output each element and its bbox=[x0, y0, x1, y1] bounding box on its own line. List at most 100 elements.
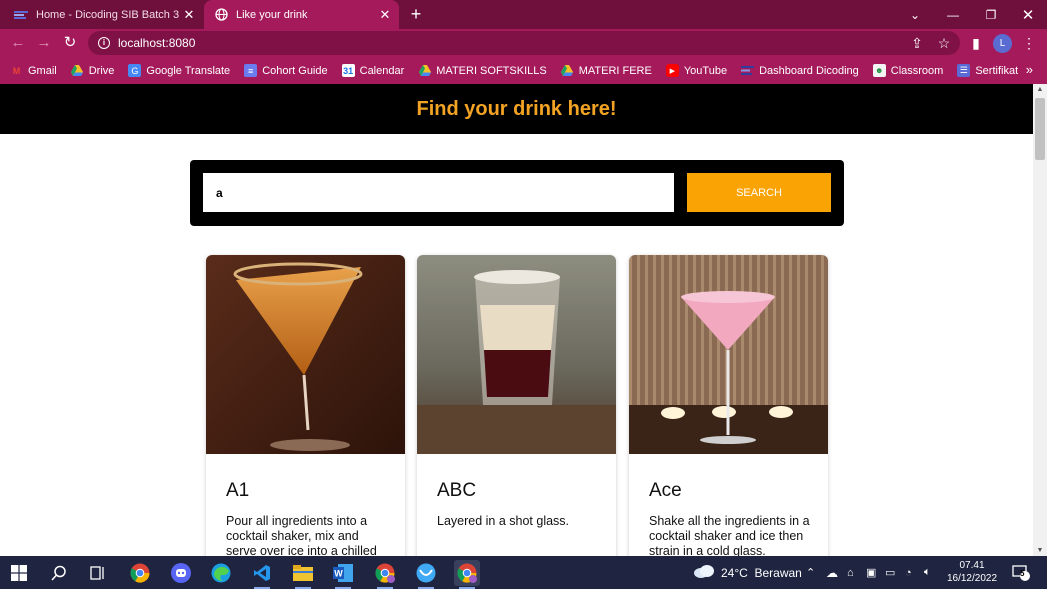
bookmark-drive[interactable]: Drive bbox=[71, 64, 114, 77]
vscode-icon[interactable] bbox=[249, 560, 275, 589]
drive-icon bbox=[71, 64, 84, 77]
weather-text: 24°C Berawan bbox=[721, 565, 802, 580]
drink-image bbox=[417, 255, 616, 454]
windows-taskbar: W 24°C Berawan ⌃ ☁ ⌂ ▣ ▭ ◔ 🔈︎ 07.41 16/1… bbox=[0, 556, 1047, 589]
svg-text:W: W bbox=[334, 569, 343, 579]
discord-icon[interactable] bbox=[168, 560, 194, 586]
close-tab-icon[interactable]: ✕ bbox=[179, 7, 199, 23]
drink-name: ABC bbox=[437, 480, 477, 501]
bookmark-materi-softskills[interactable]: MATERI SOFTSKILLS bbox=[418, 64, 547, 77]
task-view-icon[interactable] bbox=[85, 560, 111, 586]
more-bookmarks-icon[interactable]: » bbox=[1026, 62, 1033, 77]
drink-name: Ace bbox=[649, 480, 682, 501]
tab-title: Like your drink bbox=[236, 8, 308, 21]
classroom-icon: ☻ bbox=[872, 64, 886, 77]
tray-app-icon[interactable]: ⌂ bbox=[847, 556, 854, 589]
page-title: Find your drink here! bbox=[416, 97, 617, 120]
dicoding-icon bbox=[741, 64, 755, 77]
reload-button[interactable]: ↻ bbox=[60, 33, 80, 53]
url-text: localhost:8080 bbox=[118, 36, 196, 50]
app-icon[interactable] bbox=[413, 560, 439, 589]
close-window-button[interactable]: ✕ bbox=[1009, 0, 1047, 29]
bookmark-gmail[interactable]: M Gmail bbox=[10, 64, 57, 77]
notification-count: 5 bbox=[1020, 569, 1025, 578]
search-bar: SEARCH bbox=[190, 160, 844, 226]
minimize-button[interactable]: — bbox=[934, 0, 972, 29]
bookmark-cohort-guide[interactable]: ≡ Cohort Guide bbox=[244, 64, 328, 77]
chrome-icon[interactable] bbox=[127, 560, 153, 586]
drink-description: Shake all the ingredients in a cocktail … bbox=[649, 514, 810, 556]
windows-start-icon[interactable] bbox=[6, 560, 32, 586]
calendar-icon: 31 bbox=[341, 64, 355, 77]
bookmark-sertifikat[interactable]: ☰ Sertifikat bbox=[957, 64, 1018, 77]
clock-time: 07.41 bbox=[959, 560, 985, 571]
site-info-icon[interactable]: i bbox=[98, 37, 110, 49]
drink-card[interactable]: A1 Pour all ingredients into a cocktail … bbox=[206, 255, 405, 556]
app-header: Find your drink here! bbox=[0, 84, 1033, 134]
drink-card[interactable]: Ace Shake all the ingredients in a cockt… bbox=[629, 255, 828, 556]
drive-icon bbox=[561, 64, 574, 77]
notification-center-icon[interactable]: 5 bbox=[1012, 556, 1030, 589]
back-button[interactable]: ← bbox=[8, 33, 28, 53]
volume-icon[interactable]: 🔈︎ bbox=[924, 556, 931, 589]
bookmark-materi-fere[interactable]: MATERI FERE bbox=[561, 64, 652, 77]
search-button[interactable]: SEARCH bbox=[687, 173, 831, 212]
share-icon[interactable]: ⇪ bbox=[907, 33, 927, 53]
drink-image bbox=[206, 255, 405, 454]
drive-icon bbox=[418, 64, 431, 77]
bookmark-dashboard-dicoding[interactable]: Dashboard Dicoding bbox=[741, 64, 859, 77]
edge-icon[interactable] bbox=[208, 560, 234, 586]
bookmark-classroom[interactable]: ☻ Classroom bbox=[872, 64, 943, 77]
profile-avatar[interactable]: L bbox=[993, 34, 1012, 53]
restore-button[interactable]: ❐ bbox=[972, 0, 1010, 29]
file-explorer-icon[interactable] bbox=[290, 560, 316, 589]
wifi-icon[interactable]: ◔ bbox=[905, 556, 912, 589]
drink-image bbox=[629, 255, 828, 454]
clock[interactable]: 07.41 16/12/2022 bbox=[944, 559, 1000, 585]
tab-like-your-drink[interactable]: Like your drink ✕ bbox=[204, 0, 399, 29]
search-icon[interactable] bbox=[46, 560, 72, 586]
close-tab-icon[interactable]: ✕ bbox=[375, 7, 395, 23]
list-icon: ☰ bbox=[957, 64, 971, 77]
doc-icon: ≡ bbox=[244, 64, 258, 77]
chrome-profile-icon[interactable] bbox=[372, 560, 398, 589]
drink-card[interactable]: ABC Layered in a shot glass. bbox=[417, 255, 616, 556]
weather-widget[interactable]: 24°C Berawan bbox=[693, 556, 802, 589]
tray-overflow-icon[interactable]: ⌃ bbox=[806, 556, 815, 589]
browser-toolbar: ← → ↻ i localhost:8080 ⇪ ☆ ▮ ⋮ bbox=[0, 29, 1047, 57]
search-input[interactable] bbox=[203, 173, 674, 212]
bookmarks-bar: M Gmail Drive G Google Translate ≡ Cohort G… bbox=[0, 57, 1047, 84]
gmail-icon: M bbox=[12, 65, 21, 76]
side-panel-icon[interactable]: ▮ bbox=[966, 33, 986, 53]
drink-description: Layered in a shot glass. bbox=[437, 514, 570, 528]
dicoding-icon bbox=[14, 8, 28, 22]
clock-date: 16/12/2022 bbox=[946, 573, 998, 584]
bookmark-google-translate[interactable]: G Google Translate bbox=[128, 64, 230, 77]
new-tab-button[interactable]: + bbox=[406, 4, 426, 24]
bookmark-star-icon[interactable]: ☆ bbox=[934, 33, 954, 53]
bookmark-calendar[interactable]: 31 Calendar bbox=[341, 64, 404, 77]
menu-kebab-icon[interactable]: ⋮ bbox=[1019, 33, 1039, 53]
tab-search-icon[interactable]: ⌄ bbox=[896, 0, 934, 29]
word-icon[interactable]: W bbox=[330, 560, 356, 589]
drink-description: Pour all ingredients into a cocktail sha… bbox=[226, 514, 377, 556]
globe-icon bbox=[214, 8, 228, 22]
forward-button[interactable]: → bbox=[34, 33, 54, 53]
tray-monitor-icon[interactable]: ▣ bbox=[866, 556, 876, 589]
youtube-icon: ▶ bbox=[665, 64, 679, 77]
bookmark-youtube[interactable]: ▶ YouTube bbox=[665, 64, 727, 77]
tab-title: Home - Dicoding SIB Batch 3 Stu bbox=[36, 8, 179, 21]
translate-icon: G bbox=[128, 64, 142, 77]
scroll-down-icon[interactable]: ▼ bbox=[1036, 547, 1044, 554]
page-viewport: Find your drink here! SEARCH A1 Pour all… bbox=[0, 84, 1033, 556]
page-scrollbar[interactable]: ▲ ▼ bbox=[1033, 84, 1047, 556]
cloud-icon bbox=[693, 564, 715, 581]
scroll-up-icon[interactable]: ▲ bbox=[1036, 86, 1044, 93]
tab-strip: Home - Dicoding SIB Batch 3 Stu ✕ Like y… bbox=[0, 0, 1047, 29]
onedrive-icon[interactable]: ☁ bbox=[826, 556, 838, 589]
battery-icon[interactable]: ▭ bbox=[885, 556, 895, 589]
tab-home-dicoding[interactable]: Home - Dicoding SIB Batch 3 Stu ✕ bbox=[0, 0, 203, 29]
address-bar[interactable]: i localhost:8080 bbox=[88, 31, 960, 55]
chrome-profile-active-icon[interactable] bbox=[454, 560, 480, 589]
scrollbar-thumb[interactable] bbox=[1035, 98, 1045, 160]
